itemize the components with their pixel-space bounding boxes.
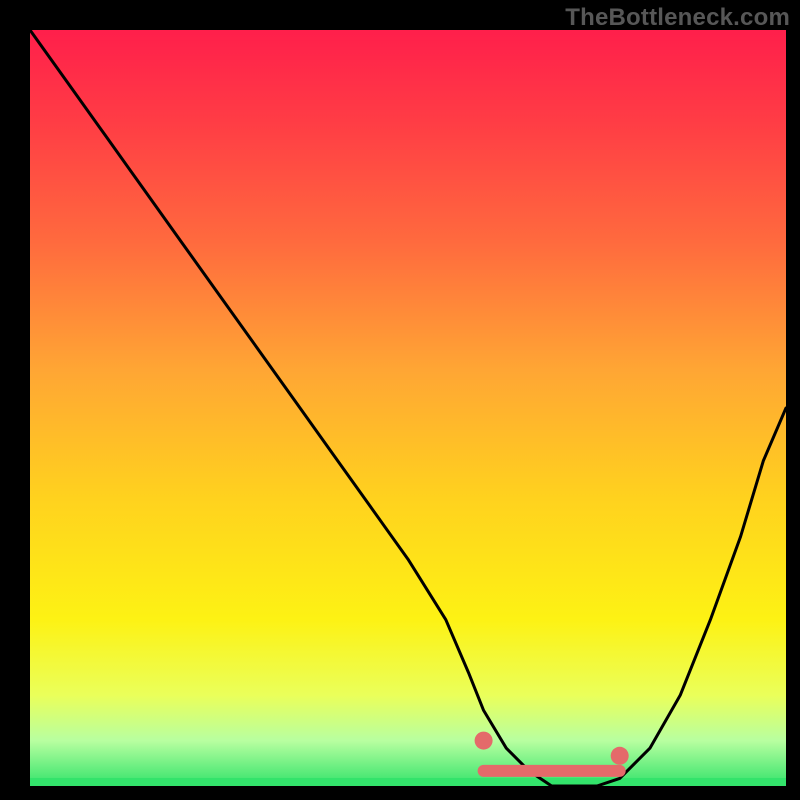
bottleneck-curve	[30, 30, 786, 786]
highlight-dot-right	[611, 747, 629, 765]
watermark-text: TheBottleneck.com	[565, 4, 790, 32]
chart-plot-area	[30, 30, 786, 786]
chart-svg	[30, 30, 786, 786]
highlight-dot-left	[475, 732, 493, 750]
